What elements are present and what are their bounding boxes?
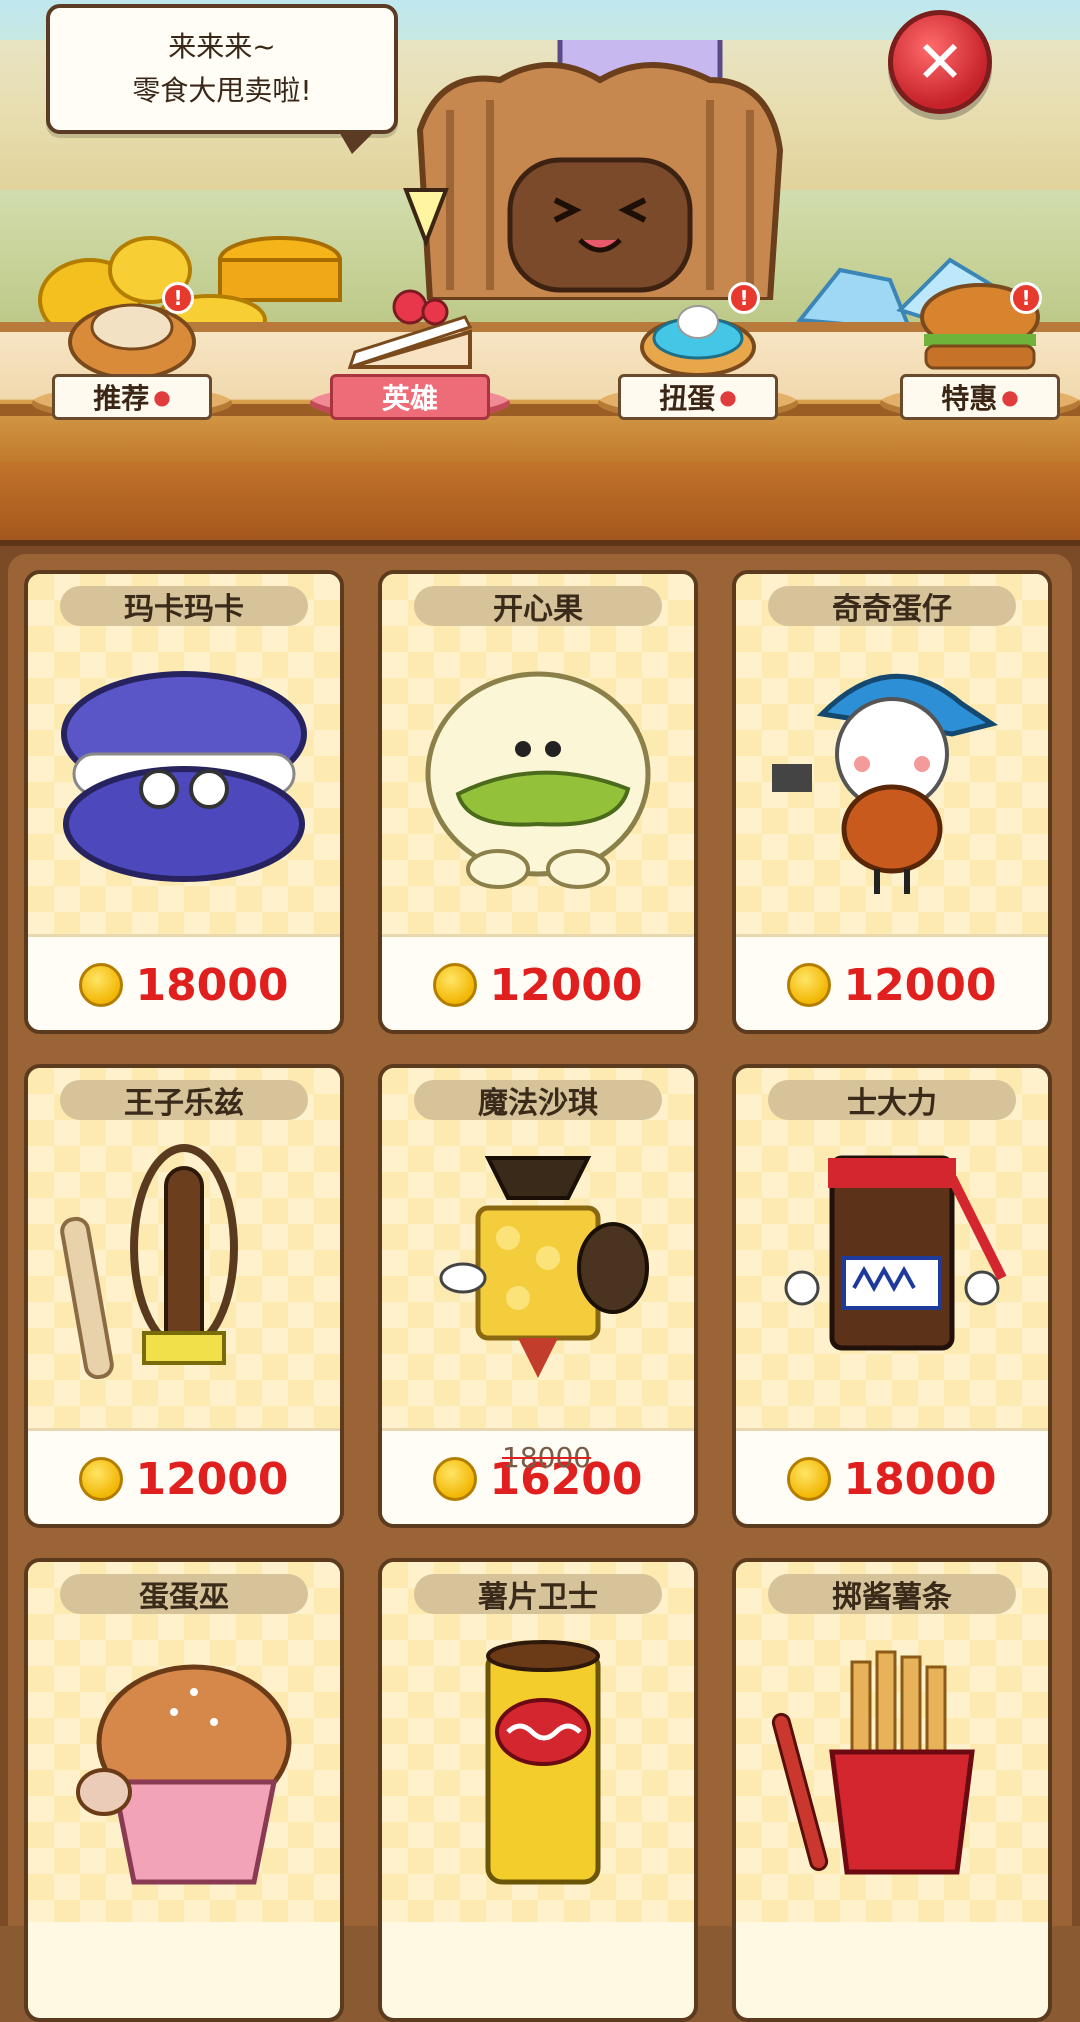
shelf-wood-bar (0, 462, 1080, 542)
hero-name: 玛卡玛卡 (60, 586, 308, 627)
hero-price-area[interactable]: 18000 (28, 934, 340, 1030)
hero-card[interactable]: 王子乐兹 12000 (24, 1064, 344, 1528)
tab-label-text: 特惠 (941, 382, 998, 415)
tab-heroes[interactable]: 英雄 (300, 256, 520, 436)
tab-label-text: 推荐 (93, 382, 150, 415)
speech-line-2: 零食大甩卖啦! (132, 74, 312, 107)
hero-price: 18000 (135, 959, 289, 1011)
notification-badge: ! (1010, 282, 1042, 314)
cupcake-hero-image (76, 1664, 292, 1885)
gold-coin-icon (787, 963, 832, 1007)
chocolate-bar-hero-image (784, 1155, 1007, 1351)
notification-badge: ! (728, 282, 760, 314)
tab-label: 扭蛋 ● (618, 374, 778, 420)
close-button[interactable]: ✕ (888, 10, 992, 114)
strawberry-cake-icon (347, 289, 473, 370)
fries-hero-image (771, 1650, 975, 1875)
gold-coin-icon (433, 1457, 478, 1501)
egg-cap-hero-image (772, 673, 999, 894)
hero-card[interactable]: 魔法沙琪 18000 16200 (378, 1064, 698, 1528)
hero-card[interactable]: 薯片卫士 (378, 1558, 698, 2022)
strawberry-icon: ● (719, 385, 737, 409)
tab-label: 推荐 ● (52, 374, 212, 420)
hero-name: 魔法沙琪 (414, 1080, 662, 1121)
strawberry-icon: ● (153, 385, 171, 409)
macaron-hero-image (61, 671, 307, 882)
hero-name: 王子乐兹 (60, 1080, 308, 1121)
tab-label-text: 英雄 (381, 382, 438, 415)
gold-coin-icon (433, 963, 478, 1007)
gold-coin-icon (787, 1457, 832, 1501)
speech-bubble: 来来来~ 零食大甩卖啦! (46, 4, 398, 154)
hero-card[interactable]: 奇奇蛋仔 12000 (732, 570, 1052, 1034)
hero-card[interactable]: 玛卡玛卡 18000 (24, 570, 344, 1034)
hero-price: 18000 (843, 1453, 997, 1505)
tab-label-text: 扭蛋 (659, 382, 716, 415)
hero-price-area[interactable]: 18000 16200 (382, 1428, 694, 1524)
tab-gacha[interactable]: ! 扭蛋 ● (588, 256, 808, 436)
hero-price-area[interactable]: 12000 (382, 934, 694, 1030)
hero-price-area[interactable]: 18000 (736, 1428, 1048, 1524)
hero-price: 12000 (489, 959, 643, 1011)
hero-price-area[interactable]: 12000 (28, 1428, 340, 1524)
strawberry-icon: ● (1001, 385, 1019, 409)
tab-label: 英雄 (330, 374, 490, 420)
hero-name: 奇奇蛋仔 (768, 586, 1016, 627)
hero-name: 士大力 (768, 1080, 1016, 1121)
pretzel-stick-hero-image (60, 1144, 238, 1380)
hero-name: 薯片卫士 (414, 1574, 662, 1615)
sachima-hero-image (439, 1156, 649, 1378)
pistachio-hero-image (425, 671, 651, 889)
gold-coin-icon (79, 1457, 124, 1501)
hero-card[interactable]: 士大力 18000 (732, 1064, 1052, 1528)
close-icon: ✕ (915, 28, 965, 96)
gold-coin-icon (79, 963, 124, 1007)
hero-card[interactable]: 掷酱薯条 (732, 1558, 1052, 2022)
hero-price: 12000 (135, 1453, 289, 1505)
hero-original-price: 18000 (502, 1441, 592, 1474)
tab-special-offer[interactable]: ! 特惠 ● (870, 256, 1080, 436)
hero-card[interactable]: 蛋蛋巫 (24, 1558, 344, 2022)
hero-card[interactable]: 开心果 12000 (378, 570, 698, 1034)
tab-recommend[interactable]: ! 推荐 ● (22, 256, 242, 436)
hero-name: 开心果 (414, 586, 662, 627)
hero-price-area[interactable]: 12000 (736, 934, 1048, 1030)
tab-label: 特惠 ● (900, 374, 1060, 420)
notification-badge: ! (162, 282, 194, 314)
chips-can-hero-image (485, 1640, 601, 1885)
speech-line-1: 来来来~ (168, 30, 276, 63)
selected-tab-arrow-icon (403, 188, 449, 246)
hero-price: 12000 (843, 959, 997, 1011)
hero-name: 蛋蛋巫 (60, 1574, 308, 1615)
hero-name: 掷酱薯条 (768, 1574, 1016, 1615)
